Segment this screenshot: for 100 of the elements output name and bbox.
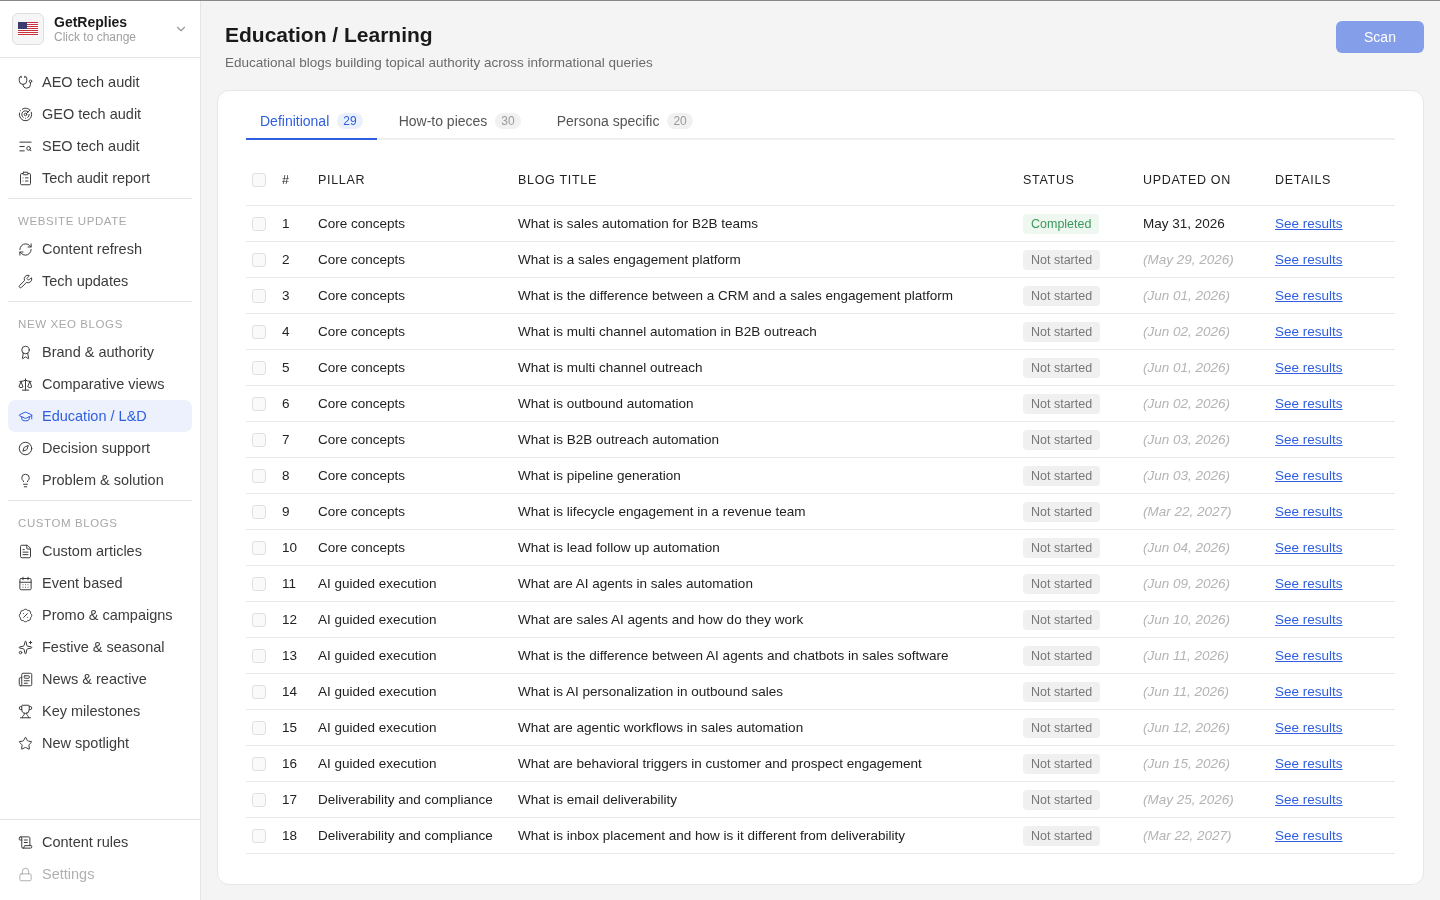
row-checkbox[interactable] <box>252 360 266 375</box>
see-results-link[interactable]: See results <box>1275 252 1343 267</box>
sidebar-item[interactable]: Education / L&D <box>8 400 192 432</box>
tab[interactable]: Persona specific 20 <box>542 103 707 140</box>
table-cell-text: 15 <box>282 720 299 735</box>
see-results-link[interactable]: See results <box>1275 792 1343 807</box>
table-cell-text: What is multi channel automation in B2B outreach <box>518 324 818 339</box>
table-cell-text: (Jun 01, 2026) <box>1143 360 1232 375</box>
row-checkbox[interactable] <box>252 756 266 771</box>
sidebar-item[interactable]: Content refresh <box>8 233 192 265</box>
see-results-link[interactable]: See results <box>1275 684 1343 699</box>
see-results-link[interactable]: See results <box>1275 504 1343 519</box>
status-badge: Not started <box>1023 717 1101 738</box>
calendar-icon <box>18 575 33 591</box>
table-cell-text: 8 <box>282 468 291 483</box>
table-cell-text: (Jun 11, 2026) <box>1143 684 1231 699</box>
table-cell-text: 5 <box>282 360 291 375</box>
table-cell-text: 1 <box>282 216 291 231</box>
status-badge: Not started <box>1023 249 1101 270</box>
lock-icon <box>18 866 33 882</box>
see-results-link[interactable]: See results <box>1275 396 1343 411</box>
sidebar-item[interactable]: AEO tech audit <box>8 66 192 98</box>
sidebar-item[interactable]: Event based <box>8 567 192 599</box>
clipboard-icon <box>18 170 33 186</box>
sidebar-item[interactable]: Key milestones <box>8 695 192 727</box>
row-checkbox[interactable] <box>252 324 266 339</box>
sidebar-item[interactable]: News & reactive <box>8 663 192 695</box>
table-cell-text: AI guided execution <box>318 756 438 771</box>
see-results-link[interactable]: See results <box>1275 648 1343 663</box>
scroll-icon <box>18 834 33 850</box>
row-checkbox[interactable] <box>252 792 266 807</box>
row-checkbox[interactable] <box>252 432 266 447</box>
table-cell-text: AI guided execution <box>318 720 438 735</box>
see-results-link[interactable]: See results <box>1275 720 1343 735</box>
sidebar-item[interactable]: Tech updates <box>8 265 192 297</box>
sidebar-item[interactable]: Comparative views <box>8 368 192 400</box>
row-checkbox[interactable] <box>252 468 266 483</box>
see-results-link[interactable]: See results <box>1275 540 1343 555</box>
select-all-checkbox[interactable] <box>252 172 266 187</box>
table-cell-text: Core concepts <box>318 288 407 303</box>
workspace-switcher[interactable]: GetReplies Click to change <box>0 1 200 58</box>
row-checkbox[interactable] <box>252 612 266 627</box>
see-results-link[interactable]: See results <box>1275 468 1343 483</box>
sidebar-item[interactable]: Tech audit report <box>8 162 192 194</box>
sidebar-item[interactable]: GEO tech audit <box>8 98 192 130</box>
row-checkbox[interactable] <box>252 216 266 231</box>
row-checkbox[interactable] <box>252 828 266 843</box>
row-checkbox[interactable] <box>252 540 266 555</box>
section-heading: CUSTOM BLOGS <box>17 516 119 531</box>
table-cell-text: 3 <box>282 288 291 303</box>
table-cell-text: (Jun 02, 2026) <box>1143 324 1232 339</box>
row-checkbox[interactable] <box>252 576 266 591</box>
table-cell-text: AI guided execution <box>318 648 438 663</box>
workspace-hint: Click to change <box>54 30 138 44</box>
see-results-link[interactable]: See results <box>1275 828 1343 843</box>
see-results-link[interactable]: See results <box>1275 360 1343 375</box>
sidebar-item[interactable]: Festive & seasonal <box>8 631 192 663</box>
table-cell-text: 7 <box>282 432 291 447</box>
table-cell-text: AI guided execution <box>318 684 438 699</box>
see-results-link[interactable]: See results <box>1275 576 1343 591</box>
row-checkbox[interactable] <box>252 648 266 663</box>
sidebar-item[interactable]: Content rules <box>8 826 192 858</box>
status-badge: Not started <box>1023 501 1101 522</box>
see-results-link[interactable]: See results <box>1275 432 1343 447</box>
sidebar-item[interactable]: Custom articles <box>8 535 192 567</box>
row-checkbox[interactable] <box>252 252 266 267</box>
row-checkbox[interactable] <box>252 288 266 303</box>
see-results-link[interactable]: See results <box>1275 216 1343 231</box>
see-results-link[interactable]: See results <box>1275 324 1343 339</box>
table-cell-text: Core concepts <box>318 540 407 555</box>
sidebar-item[interactable]: Promo & campaigns <box>8 599 192 631</box>
table-cell-text: Core concepts <box>318 324 407 339</box>
table-cell-text: (Jun 11, 2026) <box>1143 648 1231 663</box>
see-results-link[interactable]: See results <box>1275 756 1343 771</box>
sidebar-item[interactable]: Brand & authority <box>8 336 192 368</box>
sidebar-item[interactable]: New spotlight <box>8 727 192 759</box>
tab[interactable]: Definitional 29 <box>246 103 377 140</box>
refresh-icon <box>18 241 33 257</box>
sidebar-item[interactable]: Problem & solution <box>8 464 192 496</box>
table-cell-text: 16 <box>282 756 299 771</box>
see-results-link[interactable]: See results <box>1275 612 1343 627</box>
row-checkbox[interactable] <box>252 504 266 519</box>
row-checkbox[interactable] <box>252 720 266 735</box>
see-results-link[interactable]: See results <box>1275 288 1343 303</box>
row-checkbox[interactable] <box>252 684 266 699</box>
table-cell-text: (May 25, 2026) <box>1143 792 1235 807</box>
table-cell-text: Deliverability and compliance <box>318 828 494 843</box>
tab[interactable]: How-to pieces 30 <box>384 103 535 140</box>
table-cell-text: Core concepts <box>318 396 407 411</box>
row-checkbox[interactable] <box>252 396 266 411</box>
table-cell-text: What is outbound automation <box>518 396 695 411</box>
column-header: DETAILS <box>1275 172 1333 187</box>
table-cell-text: Core concepts <box>318 504 407 519</box>
sidebar-item[interactable]: Decision support <box>8 432 192 464</box>
sidebar-item[interactable]: SEO tech audit <box>8 130 192 162</box>
us-flag-icon <box>18 22 38 36</box>
table-cell-text: What is a sales engagement platform <box>518 252 742 267</box>
table-cell-text: What are agentic workflows in sales automation <box>518 720 805 735</box>
sparkles-icon <box>18 639 33 655</box>
wrench-icon <box>18 273 33 289</box>
